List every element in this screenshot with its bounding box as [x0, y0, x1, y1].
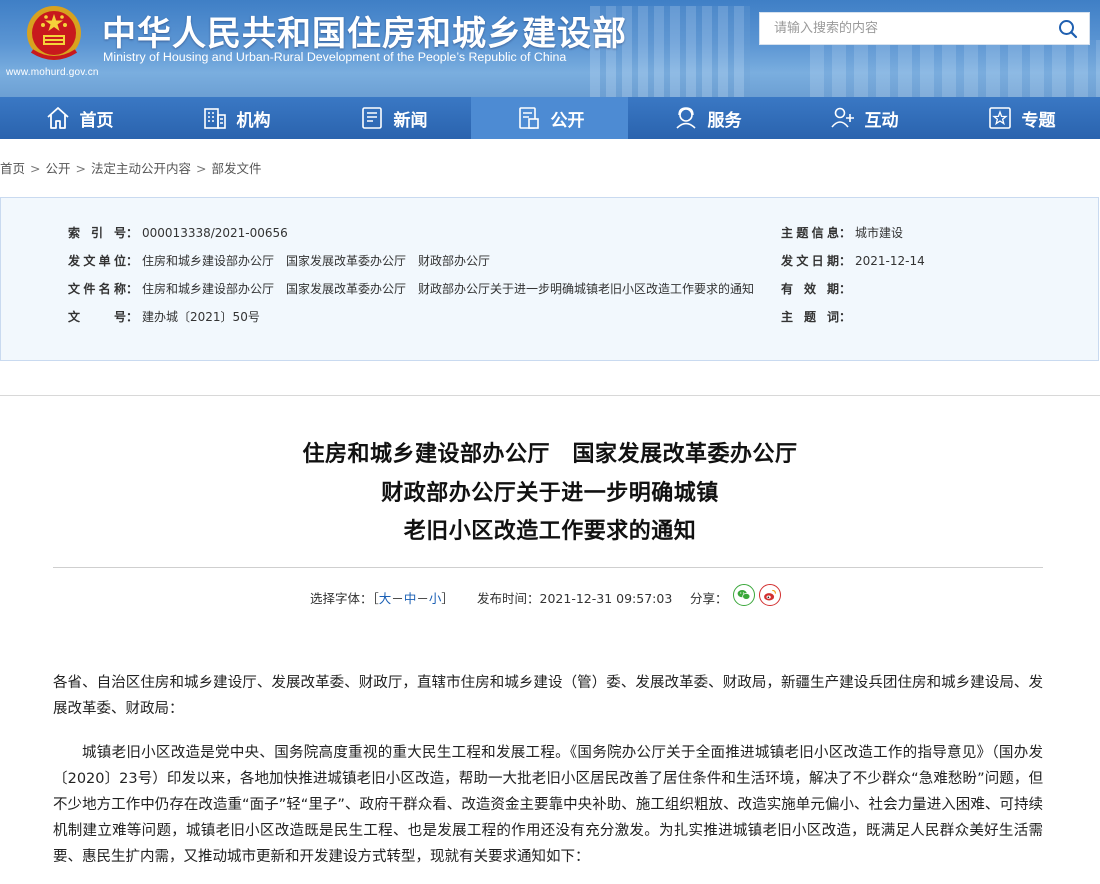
info-value: 2021-12-14 [855, 254, 925, 268]
font-size-medium-link[interactable]: 中 [404, 591, 417, 606]
search-icon[interactable] [1057, 18, 1079, 40]
breadcrumb-separator: > [30, 161, 41, 176]
header-background-building-right [810, 40, 1100, 97]
breadcrumb-disclosure[interactable]: 公开 [46, 161, 71, 176]
font-size-label: 选择字体： [310, 591, 373, 606]
title-divider [53, 567, 1043, 568]
building-icon [203, 108, 226, 129]
main-nav: 首页 机构 新闻 公开 服务 互动 专题 [0, 97, 1100, 139]
section-divider [0, 395, 1100, 396]
info-value: 建办城〔2021〕50号 [142, 310, 260, 324]
info-row-document-name: 文件名称： 住房和城乡建设部办公厅 国家发展改革委办公厅 财政部办公厅关于进一步明确城… [68, 282, 755, 296]
info-row-document-number: 文 号： 建办城〔2021〕50号 [68, 310, 260, 324]
nav-item-interaction[interactable]: 互动 [785, 97, 942, 139]
national-emblem-icon[interactable] [18, 3, 90, 67]
disclosure-icon [518, 107, 539, 129]
info-label: 索 引 号 [68, 226, 126, 240]
info-value: 财政部办公厅关于进一步明确城镇老旧小区改造工作要求的通知 [418, 282, 755, 296]
nav-item-service[interactable]: 服务 [628, 97, 785, 139]
breadcrumb-legal-content[interactable]: 法定主动公开内容 [91, 161, 191, 176]
info-label: 主 题 词 [781, 310, 839, 324]
info-row-keywords: 主 题 词： [781, 310, 852, 324]
publish-label: 发布时间： [477, 591, 540, 606]
news-icon [361, 107, 382, 129]
info-row-validity: 有 效 期： [781, 282, 852, 296]
weibo-share-icon[interactable] [759, 584, 781, 606]
info-label: 主题信息 [781, 226, 839, 240]
nav-item-organization[interactable]: 机构 [157, 97, 314, 139]
search-box [759, 12, 1090, 45]
font-size-large-link[interactable]: 大 [379, 591, 392, 606]
info-label: 发文日期 [781, 254, 839, 268]
nav-label: 专题 [1021, 110, 1056, 131]
document-info-box: 索 引 号： 000013338/2021-00656 发文单位： 住房和城乡建设部… [0, 197, 1099, 361]
site-url: www.mohurd.gov.cn [6, 67, 99, 78]
info-label: 发文单位 [68, 254, 126, 268]
site-title[interactable]: 中华人民共和国住房和城乡建设部 [102, 6, 627, 55]
info-value: 000013338/2021-00656 [142, 226, 288, 240]
info-row-topic: 主题信息： 城市建设 [781, 226, 904, 240]
info-row-issuer: 发文单位： 住房和城乡建设部办公厅 国家发展改革委办公厅 财政部办公厅 [68, 254, 491, 268]
article-title-line-2: 财政部办公厅关于进一步明确城镇 [381, 481, 719, 506]
share-label: 分享： [690, 591, 728, 606]
nav-label: 首页 [79, 110, 114, 131]
nav-item-home[interactable]: 首页 [0, 97, 157, 139]
nav-item-special-topic[interactable]: 专题 [942, 97, 1099, 139]
info-value: 城市建设 [855, 226, 904, 240]
breadcrumb: 首页 > 公开 > 法定主动公开内容 > 部发文件 [0, 158, 262, 177]
info-value: 国家发展改革委办公厅 [286, 254, 407, 268]
nav-label: 机构 [236, 110, 271, 131]
breadcrumb-separator: > [196, 161, 207, 176]
breadcrumb-separator: > [75, 161, 86, 176]
nav-item-disclosure[interactable]: 公开 [471, 97, 628, 139]
wechat-share-icon[interactable] [733, 584, 755, 606]
breadcrumb-home[interactable]: 首页 [0, 161, 25, 176]
body-paragraph: 城镇老旧小区改造是党中央、国务院高度重视的重大民生工程和发展工程。《国务院办公厅… [53, 745, 1043, 865]
service-icon [675, 107, 696, 129]
info-label: 文 号 [68, 310, 126, 324]
nav-item-news[interactable]: 新闻 [314, 97, 471, 139]
info-value: 财政部办公厅 [418, 254, 491, 268]
nav-label: 公开 [550, 110, 585, 131]
nav-label: 新闻 [393, 110, 428, 131]
home-icon [46, 107, 69, 129]
font-size-selector: 选择字体：［大－中－小］ [310, 588, 454, 607]
site-header: www.mohurd.gov.cn 中华人民共和国住房和城乡建设部 Minist… [0, 0, 1100, 97]
info-label: 文件名称 [68, 282, 126, 296]
info-row-index-number: 索 引 号： 000013338/2021-00656 [68, 226, 288, 240]
addressee-paragraph: 各省、自治区住房和城乡建设厅、发展改革委、财政厅，直辖市住房和城乡建设（管）委、… [53, 675, 1043, 717]
nav-label: 服务 [707, 110, 742, 131]
font-size-separator: － [391, 591, 404, 606]
font-size-bracket-close: ］ [441, 591, 454, 606]
info-value: 住房和城乡建设部办公厅 [142, 254, 275, 268]
font-size-separator: － [416, 591, 429, 606]
special-topic-icon [988, 107, 1011, 129]
search-input[interactable] [760, 13, 1040, 44]
publish-info: 发布时间：2021-12-31 09:57:03 [477, 588, 672, 607]
info-value: 住房和城乡建设部办公厅 [142, 282, 275, 296]
interaction-icon [830, 107, 854, 128]
info-value: 国家发展改革委办公厅 [286, 282, 407, 296]
nav-label: 互动 [864, 110, 899, 131]
site-subtitle: Ministry of Housing and Urban-Rural Deve… [103, 50, 567, 64]
info-row-issue-date: 发文日期： 2021-12-14 [781, 254, 925, 268]
article-title-line-1: 住房和城乡建设部办公厅 国家发展改革委办公厅 [302, 442, 798, 467]
publish-time: 2021-12-31 09:57:03 [539, 591, 673, 606]
font-size-small-link[interactable]: 小 [429, 591, 442, 606]
breadcrumb-ministry-documents[interactable]: 部发文件 [212, 161, 262, 176]
info-label: 有 效 期 [781, 282, 839, 296]
article-title-line-3: 老旧小区改造工作要求的通知 [403, 519, 697, 544]
